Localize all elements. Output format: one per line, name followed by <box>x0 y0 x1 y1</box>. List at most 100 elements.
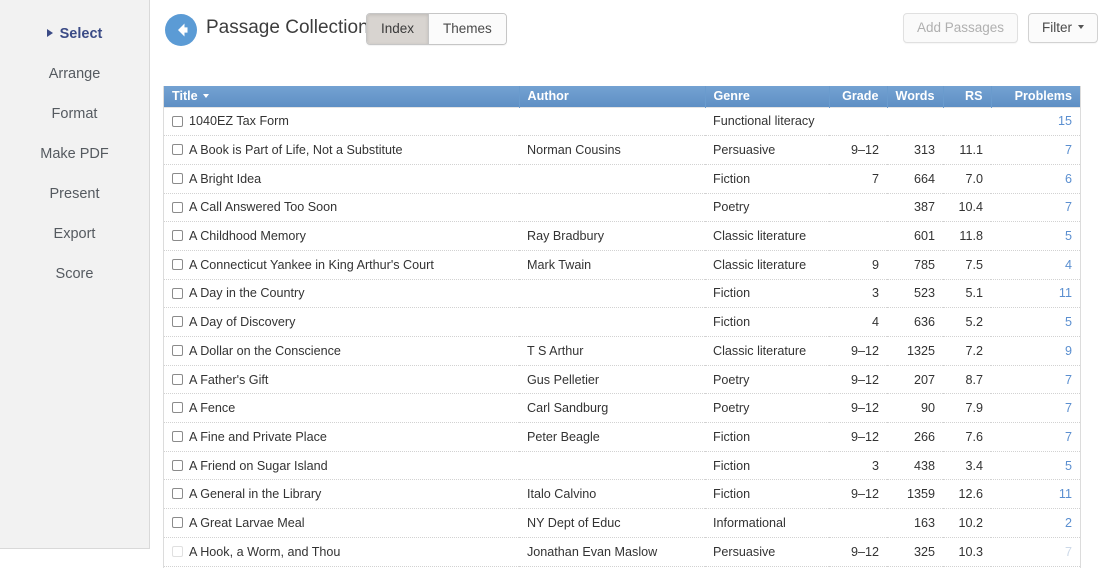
problems-count-link[interactable]: 2 <box>1065 516 1072 530</box>
passage-title-link[interactable]: A Book is Part of Life, Not a Substitute <box>189 143 403 157</box>
table-row[interactable]: A Bright IdeaFiction76647.06 <box>164 164 1080 193</box>
table-row[interactable]: A Book is Part of Life, Not a Substitute… <box>164 136 1080 165</box>
problems-count-link[interactable]: 7 <box>1065 430 1072 444</box>
passage-title-link[interactable]: A Great Larvae Meal <box>189 516 305 530</box>
tab-themes[interactable]: Themes <box>428 14 506 44</box>
passage-title-link[interactable]: A General in the Library <box>189 487 321 501</box>
row-checkbox[interactable] <box>172 517 183 528</box>
problems-count-link[interactable]: 7 <box>1065 200 1072 214</box>
passage-title-link[interactable]: 1040EZ Tax Form <box>189 114 289 128</box>
passage-title-link[interactable]: A Father's Gift <box>189 373 268 387</box>
cell-grade: 3 <box>829 451 887 480</box>
cell-title: A Book is Part of Life, Not a Substitute <box>164 136 519 165</box>
problems-count-link[interactable]: 11 <box>1059 487 1072 501</box>
row-checkbox[interactable] <box>172 402 183 413</box>
passage-title-link[interactable]: A Connecticut Yankee in King Arthur's Co… <box>189 258 434 272</box>
table-row[interactable]: A Call Answered Too SoonPoetry38710.47 <box>164 193 1080 222</box>
sidebar-item-label: Arrange <box>49 66 101 82</box>
row-checkbox[interactable] <box>172 374 183 385</box>
sidebar-item-present[interactable]: Present <box>0 174 149 214</box>
passage-title-link[interactable]: A Day of Discovery <box>189 315 295 329</box>
row-checkbox[interactable] <box>172 488 183 499</box>
column-header-words[interactable]: Words <box>887 86 943 107</box>
passage-table-container[interactable]: Title Author Genre Grade Words RS Proble… <box>163 86 1081 568</box>
problems-count-link[interactable]: 7 <box>1065 143 1072 157</box>
sidebar-item-export[interactable]: Export <box>0 214 149 254</box>
column-header-rs[interactable]: RS <box>943 86 991 107</box>
cell-problems: 7 <box>991 394 1080 423</box>
cell-problems: 5 <box>991 308 1080 337</box>
problems-count-link[interactable]: 5 <box>1065 315 1072 329</box>
row-checkbox[interactable] <box>172 259 183 270</box>
passage-title-link[interactable]: A Childhood Memory <box>189 229 306 243</box>
problems-count-link[interactable]: 4 <box>1065 258 1072 272</box>
column-header-title[interactable]: Title <box>164 86 519 107</box>
table-row[interactable]: 1040EZ Tax Form Functional literacy 15 <box>164 107 1080 136</box>
cell-problems: 4 <box>991 250 1080 279</box>
cell-title: A Call Answered Too Soon <box>164 193 519 222</box>
sidebar-item-arrange[interactable]: Arrange <box>0 54 149 94</box>
column-header-author[interactable]: Author <box>519 86 705 107</box>
table-row[interactable]: A Connecticut Yankee in King Arthur's Co… <box>164 250 1080 279</box>
passage-title-link[interactable]: A Dollar on the Conscience <box>189 344 341 358</box>
table-row[interactable]: A Fine and Private PlacePeter BeagleFict… <box>164 423 1080 452</box>
table-row[interactable]: A Day of DiscoveryFiction46365.25 <box>164 308 1080 337</box>
problems-count-link[interactable]: 7 <box>1065 545 1072 559</box>
row-checkbox[interactable] <box>172 288 183 299</box>
table-row[interactable]: A General in the LibraryItalo CalvinoFic… <box>164 480 1080 509</box>
passage-title-link[interactable]: A Hook, a Worm, and Thou <box>189 545 340 559</box>
problems-count-link[interactable]: 5 <box>1065 459 1072 473</box>
sidebar-item-label: Select <box>60 26 103 42</box>
row-checkbox[interactable] <box>172 316 183 327</box>
cell-title: A Great Larvae Meal <box>164 509 519 538</box>
table-row[interactable]: A Friend on Sugar IslandFiction34383.45 <box>164 451 1080 480</box>
table-row[interactable]: A Childhood MemoryRay BradburyClassic li… <box>164 222 1080 251</box>
sidebar-item-make-pdf[interactable]: Make PDF <box>0 134 149 174</box>
problems-count-link[interactable]: 7 <box>1065 373 1072 387</box>
row-checkbox[interactable] <box>172 173 183 184</box>
cell-genre: Fiction <box>705 451 829 480</box>
sidebar-item-score[interactable]: Score <box>0 254 149 294</box>
passage-title-link[interactable]: A Friend on Sugar Island <box>189 459 328 473</box>
row-checkbox[interactable] <box>172 460 183 471</box>
table-row[interactable]: A Great Larvae MealNY Dept of EducInform… <box>164 509 1080 538</box>
column-header-problems[interactable]: Problems <box>991 86 1080 107</box>
table-row[interactable]: A Day in the CountryFiction35235.111 <box>164 279 1080 308</box>
page-header: Passage Collection Index Themes Add Pass… <box>150 0 1098 58</box>
back-arrow-icon[interactable] <box>165 14 197 46</box>
cell-rs: 10.2 <box>943 509 991 538</box>
cell-genre: Persuasive <box>705 537 829 566</box>
column-header-genre[interactable]: Genre <box>705 86 829 107</box>
passage-title-link[interactable]: A Fence <box>189 401 235 415</box>
add-passages-button[interactable]: Add Passages <box>903 13 1018 43</box>
problems-count-link[interactable]: 5 <box>1065 229 1072 243</box>
table-row[interactable]: A Dollar on the ConscienceT S ArthurClas… <box>164 337 1080 366</box>
passage-title-link[interactable]: A Fine and Private Place <box>189 430 327 444</box>
filter-button[interactable]: Filter <box>1028 13 1098 43</box>
problems-count-link[interactable]: 15 <box>1058 114 1072 128</box>
row-checkbox[interactable] <box>172 345 183 356</box>
problems-count-link[interactable]: 11 <box>1059 286 1072 300</box>
sidebar-item-format[interactable]: Format <box>0 94 149 134</box>
row-checkbox[interactable] <box>172 202 183 213</box>
table-row[interactable]: A Father's GiftGus PelletierPoetry9–1220… <box>164 365 1080 394</box>
table-row[interactable]: A Hook, a Worm, and ThouJonathan Evan Ma… <box>164 537 1080 566</box>
passage-title-link[interactable]: A Day in the Country <box>189 286 305 300</box>
problems-count-link[interactable]: 9 <box>1065 344 1072 358</box>
column-header-grade[interactable]: Grade <box>829 86 887 107</box>
row-checkbox[interactable] <box>172 116 183 127</box>
cell-genre: Functional literacy <box>705 107 829 136</box>
tab-index[interactable]: Index <box>367 14 428 44</box>
problems-count-link[interactable]: 6 <box>1065 172 1072 186</box>
problems-count-link[interactable]: 7 <box>1065 401 1072 415</box>
row-checkbox[interactable] <box>172 144 183 155</box>
caret-down-icon <box>203 94 209 98</box>
row-checkbox[interactable] <box>172 431 183 442</box>
sidebar-item-select[interactable]: Select <box>0 14 149 54</box>
table-row[interactable]: A FenceCarl SandburgPoetry9–12907.97 <box>164 394 1080 423</box>
passage-title-link[interactable]: A Bright Idea <box>189 172 261 186</box>
passage-title-link[interactable]: A Call Answered Too Soon <box>189 200 337 214</box>
cell-words: 266 <box>887 423 943 452</box>
row-checkbox[interactable] <box>172 546 183 557</box>
row-checkbox[interactable] <box>172 230 183 241</box>
